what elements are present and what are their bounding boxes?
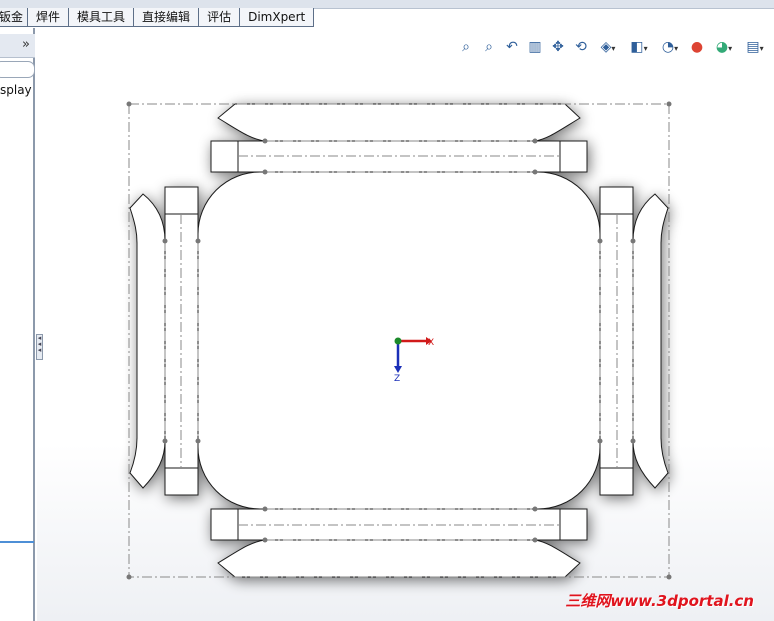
left-lip [129,193,166,489]
x-axis-label: X [428,338,434,348]
sheet-metal-flat-pattern: X Z [126,101,672,580]
pane-splitter-handle[interactable]: ◂ ◂ ◂ [36,334,43,360]
right-lip [632,193,669,489]
top-lip [217,103,581,142]
z-axis-label: Z [394,374,400,384]
site-watermark: 三维网www.3dportal.cn [565,592,754,610]
bottom-lip [217,539,581,578]
